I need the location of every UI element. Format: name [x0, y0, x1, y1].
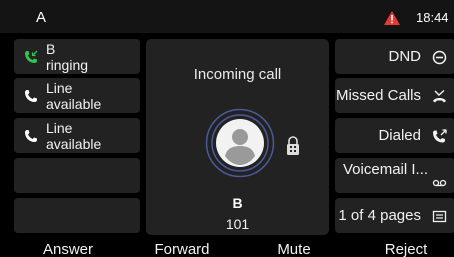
line-key-label: Line available — [46, 120, 101, 152]
voicemail-key[interactable]: Voicemail I... — [335, 158, 454, 193]
line-key-name: B — [46, 41, 56, 57]
dialed-calls-key-label: Dialed — [378, 127, 421, 144]
page-indicator-label: 1 of 4 pages — [338, 207, 421, 224]
dialed-calls-key[interactable]: Dialed — [335, 118, 454, 153]
status-bar: A 18:44 — [0, 0, 454, 33]
phone-icon — [25, 90, 37, 102]
voicemail-key-label: Voicemail I... — [343, 161, 429, 178]
pages-icon — [432, 210, 447, 223]
call-state-title: Incoming call — [193, 66, 282, 83]
line-key-label: Line available — [46, 80, 101, 112]
line-key-name: Line — [46, 80, 73, 96]
line-key-empty-2[interactable] — [14, 198, 140, 233]
line-key-line-1[interactable]: Line available — [14, 78, 140, 113]
line-key-status: available — [46, 136, 102, 152]
page-indicator-key[interactable]: 1 of 4 pages — [335, 198, 454, 233]
caller-name: B — [232, 195, 243, 211]
dnd-key[interactable]: DND — [335, 39, 454, 74]
incoming-call-icon — [25, 50, 38, 63]
missed-calls-icon — [433, 89, 446, 103]
line-key-b-ringing[interactable]: B ringing — [14, 39, 140, 74]
line-key-name: Line — [46, 120, 73, 136]
line-key-status: available — [46, 96, 102, 112]
clock-time: 18:44 — [416, 10, 449, 25]
incoming-call-panel: Incoming call B 101 — [146, 39, 329, 235]
caller-number: 101 — [225, 216, 250, 232]
line-key-line-2[interactable]: Line available — [14, 118, 140, 153]
line-key-label: B ringing — [46, 41, 88, 73]
missed-calls-key[interactable]: Missed Calls — [335, 78, 454, 113]
phone-icon — [25, 130, 37, 142]
line-key-empty-1[interactable] — [14, 158, 140, 193]
account-label: A — [36, 9, 47, 26]
warning-triangle-icon[interactable] — [384, 11, 400, 25]
reject-button[interactable]: Reject — [338, 238, 454, 257]
dnd-key-label: DND — [388, 48, 422, 65]
line-key-status: ringing — [46, 57, 89, 73]
caller-avatar — [205, 108, 275, 178]
dialed-calls-icon — [433, 129, 447, 143]
encrypted-lock-icon — [287, 136, 299, 155]
voicemail-icon — [432, 179, 447, 187]
softkey-bar: Answer Forward Mute Reject — [0, 238, 454, 257]
missed-calls-key-label: Missed Calls — [335, 87, 421, 104]
dnd-icon — [432, 50, 447, 65]
